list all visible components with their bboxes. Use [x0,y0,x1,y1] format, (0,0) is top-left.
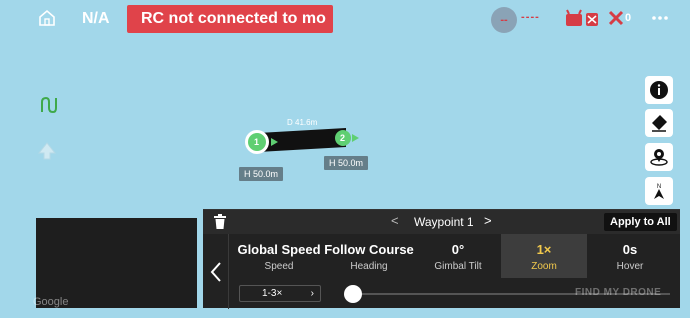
eraser-icon [652,115,667,132]
takeoff-icon[interactable] [36,140,58,162]
chevron-right-icon: › [310,288,314,299]
waypoint-2-heading-arrow [352,134,359,142]
waypoint-1-height-label: H 50.0m [239,167,284,181]
zoom-range-select[interactable]: 1-3× › [239,285,321,302]
next-waypoint-button[interactable]: > [484,213,492,228]
info-icon [650,81,668,99]
param-heading[interactable]: Follow Course Heading [323,234,415,278]
flight-mode: N/A [82,10,110,27]
param-speed[interactable]: Global Speed Speed [235,234,323,278]
panel-header: < Waypoint 1 > Apply to All [203,210,680,234]
north-icon: N [654,184,664,199]
info-button[interactable] [645,76,673,104]
speed-label: Speed [264,261,294,272]
heading-label: Heading [350,261,388,272]
prev-waypoint-button[interactable]: < [391,213,399,228]
gimbal-tilt-label: Gimbal Tilt [434,261,482,272]
param-hover[interactable]: 0s Hover [587,234,673,278]
zoom-value: 1× [536,242,552,257]
eraser-button[interactable] [645,109,673,137]
home-button[interactable] [36,7,58,29]
rc-warning-banner[interactable]: RC not connected to mo [127,5,333,33]
segment-distance-label: D 41.6m [287,118,318,127]
gimbal-tilt-value: 0° [451,242,465,257]
more-icon[interactable] [651,10,669,26]
map-attribution: Google [33,296,69,308]
waypoint-1-index: 1 [254,137,260,147]
location-icon [650,149,668,166]
waypoint-2-index: 2 [340,133,346,143]
camera-preview[interactable] [36,218,197,308]
waypoint-title: Waypoint 1 [414,215,474,229]
trash-icon[interactable] [213,214,227,229]
rc-icon[interactable] [564,9,600,29]
heading-value: Follow Course [324,242,414,257]
zoom-label: Zoom [531,261,557,272]
hover-value: 0s [622,242,638,257]
route-icon[interactable] [38,94,60,116]
satellite-count: 0 [625,12,632,24]
watermark: FIND MY DRONE [575,287,662,298]
top-status-bar: N/A RC not connected to mo -- - - - - 0 [0,0,690,38]
locate-button[interactable] [645,143,673,171]
compass-button[interactable]: N [645,177,673,205]
param-gimbal-tilt[interactable]: 0° Gimbal Tilt [415,234,501,278]
speed-value: Global Speed [237,242,321,257]
zoom-range-value: 1-3× [262,288,283,299]
signal-bars: - - - - [521,11,539,23]
waypoint-2-height-label: H 50.0m [324,156,369,170]
zoom-slider-thumb[interactable] [344,285,362,303]
signal-indicator: -- [491,7,517,33]
param-zoom[interactable]: 1× Zoom [501,234,587,278]
chevron-left-icon [210,261,221,282]
home-icon [39,9,55,26]
collapse-panel-button[interactable] [203,234,229,309]
signal-value: -- [500,14,508,26]
apply-to-all-button[interactable]: Apply to All [604,213,677,231]
hover-label: Hover [616,261,644,272]
